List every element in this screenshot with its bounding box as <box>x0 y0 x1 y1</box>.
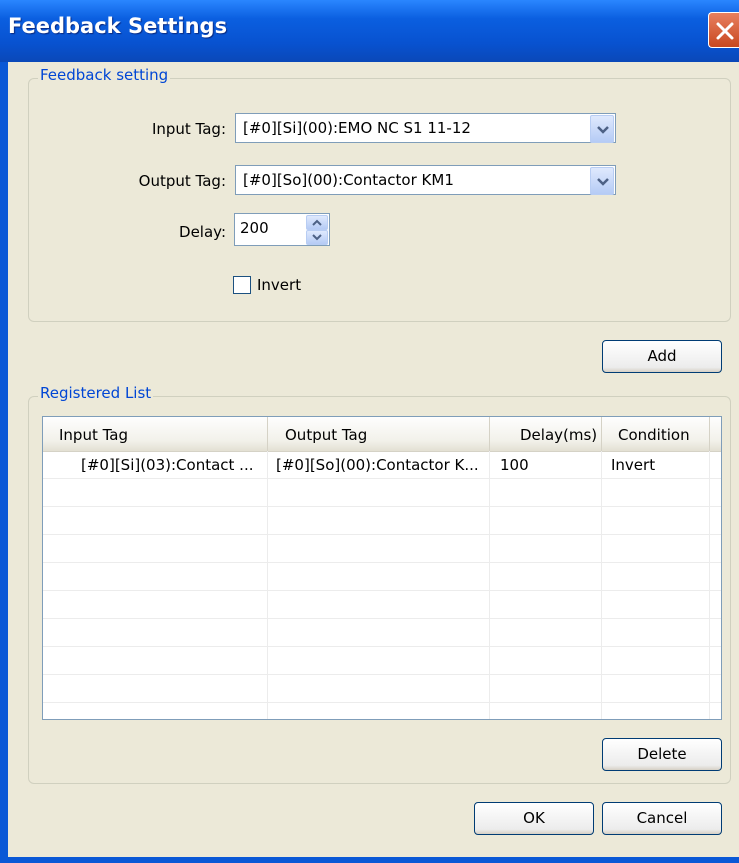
table-cell <box>490 507 602 535</box>
input-tag-combobox[interactable]: [#0][Si](00):EMO NC S1 11-12 <box>235 113 616 143</box>
column-header-label: Input Tag <box>59 426 129 444</box>
dialog-client-area: Feedback setting Input Tag: [#0][Si](00)… <box>8 62 739 857</box>
output-tag-label: Output Tag: <box>138 172 226 190</box>
table-cell <box>268 563 490 591</box>
table-cell <box>490 619 602 647</box>
table-cell <box>602 535 710 563</box>
delay-value: 200 <box>240 219 269 237</box>
table-cell <box>43 703 268 719</box>
table-cell <box>602 479 710 507</box>
title-bar[interactable]: Feedback Settings <box>0 0 739 62</box>
table-cell <box>43 479 268 507</box>
delay-label: Delay: <box>179 223 226 241</box>
table-row-empty <box>43 535 721 563</box>
input-tag-label: Input Tag: <box>151 120 226 138</box>
column-header-label: Delay(ms) <box>520 426 598 444</box>
table-cell <box>602 619 710 647</box>
window-title: Feedback Settings <box>8 14 228 38</box>
table-cell <box>602 507 710 535</box>
table-cell <box>268 479 490 507</box>
table-cell <box>602 591 710 619</box>
delete-button[interactable]: Delete <box>602 738 722 771</box>
column-header-delay[interactable]: Delay(ms) <box>490 417 602 451</box>
table-cell <box>43 675 268 703</box>
table-row-empty <box>43 675 721 703</box>
table-row[interactable]: [#0][Si](03):Contact ... [#0][So](00):Co… <box>43 451 721 479</box>
output-tag-combobox[interactable]: [#0][So](00):Contactor KM1 <box>235 165 616 195</box>
delay-spinbox[interactable]: 200 <box>234 213 330 246</box>
input-tag-value: [#0][Si](00):EMO NC S1 11-12 <box>243 119 471 137</box>
table-cell <box>602 703 710 719</box>
table-row-empty <box>43 619 721 647</box>
table-cell <box>602 647 710 675</box>
cancel-button[interactable]: Cancel <box>602 802 722 835</box>
spin-up-icon <box>312 219 322 226</box>
table-cell <box>490 563 602 591</box>
ok-button[interactable]: OK <box>474 802 594 835</box>
table-cell <box>490 591 602 619</box>
close-icon <box>716 22 734 40</box>
table-cell-condition: Invert <box>602 451 710 479</box>
add-button[interactable]: Add <box>602 340 722 373</box>
table-row-empty <box>43 703 721 719</box>
delete-button-label: Delete <box>637 745 687 763</box>
table-cell-output-tag: [#0][So](00):Contactor K... <box>268 451 490 479</box>
table-cell <box>490 647 602 675</box>
delay-decrement-button[interactable] <box>306 230 328 245</box>
column-header-label: Condition <box>618 426 690 444</box>
table-cell <box>43 591 268 619</box>
table-cell <box>268 507 490 535</box>
close-button[interactable] <box>708 12 739 48</box>
table-cell <box>268 535 490 563</box>
table-row-empty <box>43 479 721 507</box>
column-header-input-tag[interactable]: Input Tag <box>43 417 268 451</box>
add-button-label: Add <box>647 347 677 365</box>
window-bottom-border <box>0 857 739 863</box>
table-row-empty <box>43 563 721 591</box>
chevron-down-icon <box>597 178 609 186</box>
ok-button-label: OK <box>523 809 545 827</box>
spin-down-icon <box>312 234 322 241</box>
output-tag-value: [#0][So](00):Contactor KM1 <box>243 171 454 189</box>
input-tag-dropdown-button[interactable] <box>590 115 614 143</box>
table-cell <box>602 563 710 591</box>
chevron-down-icon <box>597 126 609 134</box>
dialog-window: Feedback Settings Feedback setting Input… <box>0 0 739 863</box>
registered-list-table[interactable]: Input Tag Output Tag Delay(ms) Condition… <box>42 416 722 720</box>
table-cell <box>268 619 490 647</box>
table-cell-input-tag: [#0][Si](03):Contact ... <box>43 451 268 479</box>
table-cell <box>43 647 268 675</box>
invert-label[interactable]: Invert <box>257 276 301 294</box>
table-row-empty <box>43 507 721 535</box>
table-cell <box>490 703 602 719</box>
table-cell <box>268 675 490 703</box>
registered-list-group-label: Registered List <box>38 384 154 402</box>
table-cell <box>43 619 268 647</box>
table-row-empty <box>43 591 721 619</box>
column-header-label: Output Tag <box>285 426 368 444</box>
table-cell <box>268 647 490 675</box>
table-cell <box>490 535 602 563</box>
table-cell <box>43 535 268 563</box>
feedback-setting-group-label: Feedback setting <box>38 66 171 84</box>
table-cell <box>43 507 268 535</box>
column-header-output-tag[interactable]: Output Tag <box>268 417 490 451</box>
table-row-empty <box>43 647 721 675</box>
table-cell <box>43 563 268 591</box>
delay-increment-button[interactable] <box>306 215 328 230</box>
table-header: Input Tag Output Tag Delay(ms) Condition <box>43 417 721 452</box>
output-tag-dropdown-button[interactable] <box>590 167 614 195</box>
table-cell <box>490 675 602 703</box>
table-cell <box>268 591 490 619</box>
column-header-condition[interactable]: Condition <box>602 417 710 451</box>
table-cell-delay: 100 <box>490 451 602 479</box>
invert-checkbox[interactable] <box>233 276 251 294</box>
table-cell <box>268 703 490 719</box>
table-cell <box>490 479 602 507</box>
table-cell <box>602 675 710 703</box>
cancel-button-label: Cancel <box>636 809 688 827</box>
